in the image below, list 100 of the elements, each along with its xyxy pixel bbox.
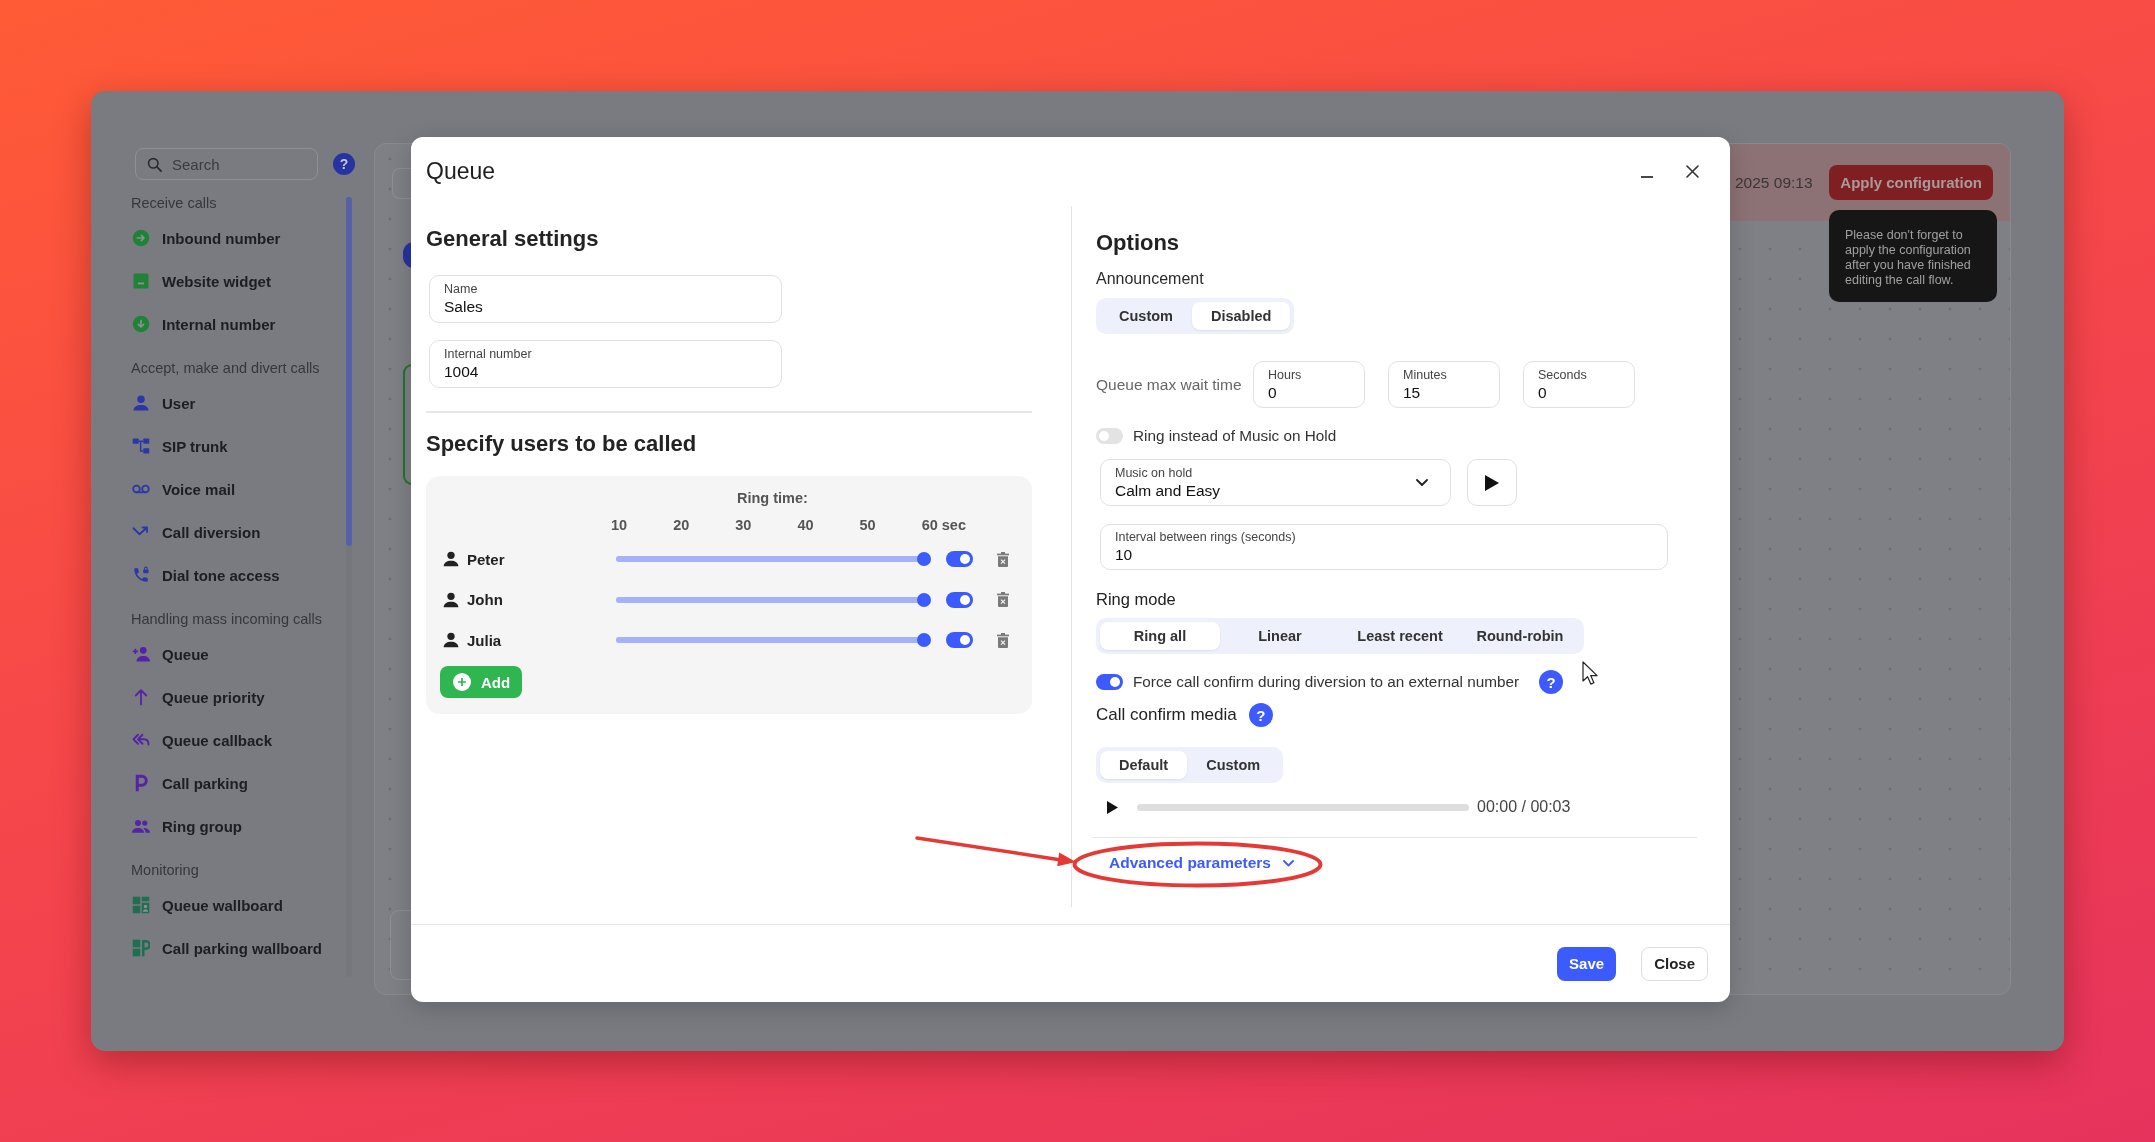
search-icon: [147, 156, 162, 172]
plus-icon: [453, 673, 471, 691]
close-icon[interactable]: [1686, 165, 1699, 178]
sidebar-item[interactable]: Call parking: [132, 761, 248, 805]
trash-icon[interactable]: [997, 592, 1009, 608]
section-title: Options: [1096, 229, 1180, 257]
slider-thumb[interactable]: [917, 552, 931, 567]
parking-board-icon: [132, 939, 150, 957]
text-field[interactable]: Interval between rings (seconds) 10: [1100, 524, 1668, 570]
segment-option[interactable]: Disabled: [1192, 302, 1291, 330]
sidebar-item[interactable]: Call diversion: [132, 510, 261, 554]
widget-icon: [132, 272, 150, 290]
person-icon: [443, 632, 459, 649]
network-icon: [132, 437, 150, 455]
section-heading: Receive calls: [131, 194, 217, 213]
play-button[interactable]: [1467, 459, 1517, 506]
sidebar-item[interactable]: SIP trunk: [132, 424, 228, 468]
minimize-icon[interactable]: [1641, 175, 1653, 178]
user-name: Peter: [467, 550, 505, 568]
dropdown-field[interactable]: Music on hold Calm and Easy: [1100, 459, 1451, 506]
segment-option[interactable]: Ring all: [1100, 622, 1220, 650]
toggle-switch[interactable]: [946, 632, 973, 649]
user-name: John: [467, 591, 503, 609]
audio-progress-track[interactable]: [1137, 803, 1469, 811]
number-field[interactable]: Seconds 0: [1523, 361, 1635, 408]
tooltip: Please don't forget to apply the configuration after you have finished editing the call flow.: [1829, 210, 1997, 302]
phone-icon: [132, 566, 150, 584]
add-button[interactable]: Add: [440, 666, 522, 698]
segment-option[interactable]: Default: [1100, 751, 1188, 779]
sidebar-item[interactable]: Call parking wallboard: [132, 926, 323, 970]
section-heading: Handling mass incoming calls: [131, 610, 322, 629]
text-field[interactable]: Internal number 1004: [429, 340, 782, 388]
person-icon: [443, 551, 459, 568]
sidebar-item[interactable]: Queue priority: [132, 675, 265, 719]
toggle-switch[interactable]: [946, 591, 973, 608]
segment-option[interactable]: Round-robin: [1460, 622, 1580, 650]
sidebar-item[interactable]: Internal number: [132, 302, 276, 346]
help-button[interactable]: ?: [1539, 670, 1563, 694]
tick-label: 60 sec: [921, 516, 966, 535]
help-button[interactable]: ?: [333, 153, 355, 175]
play-icon: [1485, 474, 1499, 491]
user-name: Julia: [467, 631, 502, 649]
section-title: General settings: [426, 225, 599, 253]
segment-option[interactable]: Custom: [1100, 302, 1192, 330]
number-field[interactable]: Minutes 15: [1388, 361, 1500, 408]
field-label: Queue max wait time: [1096, 375, 1243, 394]
advanced-parameters-link[interactable]: Advanced parameters: [1109, 853, 1294, 873]
field-label: Announcement: [1096, 270, 1204, 288]
ring-time-label: Ring time:: [737, 489, 808, 508]
segment-option[interactable]: Custom: [1187, 751, 1280, 779]
person-plus-icon: [132, 645, 150, 663]
slider-thumb[interactable]: [917, 633, 931, 648]
search-field[interactable]: Search: [135, 148, 318, 180]
people-icon: [132, 817, 150, 835]
arrow-up-icon: [132, 688, 150, 706]
arrow-circle-icon: [132, 315, 150, 333]
slider-thumb[interactable]: [917, 592, 931, 607]
tick-label: 40: [797, 516, 814, 535]
audio-time: 00:00 / 00:03: [1477, 798, 1571, 816]
toggle-switch[interactable]: [1096, 428, 1123, 444]
sidebar-item[interactable]: Voice mail: [132, 467, 236, 511]
sidebar-item[interactable]: Inbound number: [132, 216, 281, 260]
tick-label: 20: [673, 516, 690, 535]
tick-label: 10: [611, 516, 628, 535]
text-field[interactable]: Name Sales: [429, 275, 782, 323]
person-icon: [443, 591, 459, 608]
toggle-switch[interactable]: [946, 551, 973, 568]
sidebar-item[interactable]: Queue callback: [132, 718, 273, 762]
section-heading: Accept, make and divert calls: [131, 359, 320, 378]
sidebar-item[interactable]: User: [132, 381, 196, 425]
help-button[interactable]: ?: [1248, 703, 1273, 727]
sidebar-item[interactable]: Queue wallboard: [132, 883, 283, 927]
chevron-down-icon: [1416, 479, 1428, 486]
toggle-switch[interactable]: [1096, 674, 1123, 690]
cursor-icon: [1582, 661, 1599, 686]
section-title: Specify users to be called: [426, 430, 697, 458]
sidebar-item[interactable]: Ring group: [132, 804, 242, 848]
tick-label: 50: [859, 516, 876, 535]
tick-label: 30: [735, 516, 752, 535]
play-icon[interactable]: [1107, 800, 1118, 814]
apply-configuration-button[interactable]: Apply configuration: [1829, 165, 1993, 200]
dialog-title: Queue: [426, 158, 496, 185]
sidebar-item[interactable]: Website widget: [132, 259, 271, 303]
section-heading: Monitoring: [131, 861, 199, 880]
timestamp-text: 2025 09:13: [1735, 173, 1813, 192]
trash-icon[interactable]: [997, 551, 1009, 567]
trash-icon[interactable]: [997, 632, 1009, 648]
sidebar-item[interactable]: Queue: [132, 632, 209, 676]
scrollbar-thumb[interactable]: [346, 197, 352, 546]
section-label: Ring mode: [1096, 589, 1176, 609]
toggle-label: Force call confirm during diversion to an external number: [1133, 673, 1519, 691]
person-icon: [132, 394, 150, 412]
number-field[interactable]: Hours 0: [1253, 361, 1365, 408]
close-button[interactable]: Close: [1641, 946, 1708, 981]
segment-option[interactable]: Linear: [1220, 622, 1340, 650]
sidebar-item[interactable]: Dial tone access: [132, 553, 280, 597]
arrow-circle-icon: [132, 229, 150, 247]
save-button[interactable]: Save: [1557, 946, 1617, 981]
section-label: Call confirm media: [1096, 705, 1237, 725]
segment-option[interactable]: Least recent: [1340, 622, 1460, 650]
